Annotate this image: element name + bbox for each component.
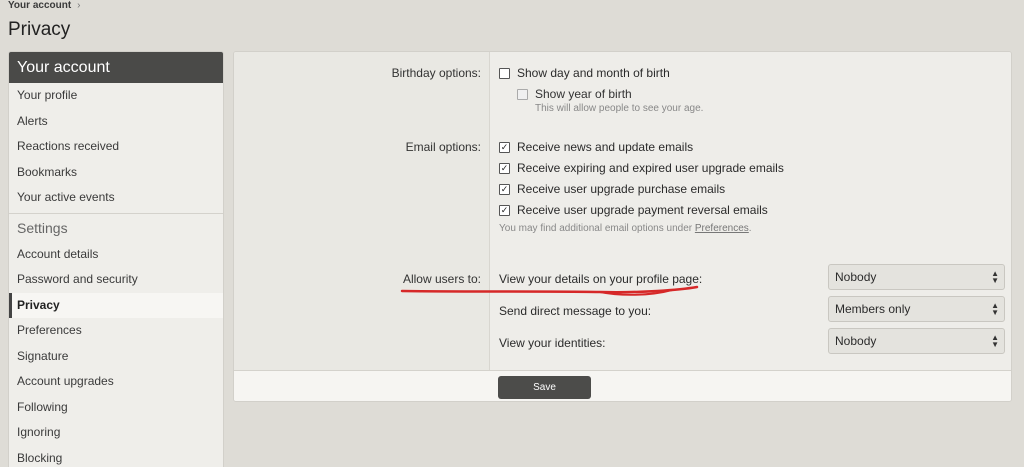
chevron-right-icon: ›: [77, 0, 81, 11]
email-option-label: Receive user upgrade purchase emails: [517, 182, 726, 196]
show-day-month-label: Show day and month of birth: [517, 66, 670, 80]
view-identities-select[interactable]: Nobody ▲ ▼: [828, 328, 1005, 354]
email-option-label: Receive news and update emails: [517, 140, 694, 154]
check-icon[interactable]: ✓: [499, 162, 510, 174]
view-details-label: View your details on your profile page:: [499, 272, 703, 286]
sidebar-item-your-profile[interactable]: Your profile: [9, 83, 223, 109]
sidebar-section-settings: Settings: [9, 212, 223, 242]
sidebar: Your account Your profile Alerts Reactio…: [8, 51, 224, 467]
show-day-month-checkbox[interactable]: Show day and month of birth: [499, 66, 670, 80]
sidebar-item-account-upgrades[interactable]: Account upgrades: [9, 369, 223, 395]
direct-message-label: Send direct message to you:: [499, 304, 652, 318]
email-option-expiring-upgrade[interactable]: ✓ Receive expiring and expired user upgr…: [499, 161, 784, 175]
email-option-label: Receive expiring and expired user upgrad…: [517, 161, 784, 175]
page-title: Privacy: [8, 19, 71, 40]
email-hint: You may find additional email options un…: [499, 223, 752, 234]
sidebar-item-bookmarks[interactable]: Bookmarks: [9, 160, 223, 186]
show-year-checkbox[interactable]: Show year of birth: [517, 87, 632, 101]
sidebar-item-signature[interactable]: Signature: [9, 344, 223, 370]
email-option-upgrade-purchase[interactable]: ✓ Receive user upgrade purchase emails: [499, 182, 725, 196]
email-option-news[interactable]: ✓ Receive news and update emails: [499, 140, 693, 154]
view-identities-label: View your identities:: [499, 336, 606, 350]
sidebar-item-blocking[interactable]: Blocking: [9, 446, 223, 467]
breadcrumb-your-account[interactable]: Your account: [8, 0, 71, 11]
sidebar-item-password-and-security[interactable]: Password and security: [9, 267, 223, 293]
breadcrumb: Your account ›: [8, 0, 81, 11]
sidebar-item-account-details[interactable]: Account details: [9, 242, 223, 268]
email-option-payment-reversal[interactable]: ✓ Receive user upgrade payment reversal …: [499, 203, 768, 217]
updown-arrow-icon: ▲ ▼: [991, 269, 999, 285]
view-details-select[interactable]: Nobody ▲ ▼: [828, 264, 1005, 290]
form-footer: Save: [234, 370, 1011, 401]
allow-users-label: Allow users to:: [402, 272, 481, 286]
email-hint-text: You may find additional email options un…: [499, 223, 695, 234]
content-column: Show day and month of birth Show year of…: [490, 52, 1011, 370]
birthday-options-label: Birthday options:: [391, 66, 481, 80]
preferences-link[interactable]: Preferences: [695, 223, 749, 234]
email-hint-suffix: .: [748, 223, 752, 234]
save-button[interactable]: Save: [498, 376, 591, 399]
sidebar-item-preferences[interactable]: Preferences: [9, 318, 223, 344]
select-value: Nobody: [835, 334, 877, 348]
check-icon[interactable]: ✓: [499, 183, 510, 195]
sidebar-item-your-active-events[interactable]: Your active events: [9, 185, 223, 211]
sidebar-item-alerts[interactable]: Alerts: [9, 109, 223, 135]
direct-message-select[interactable]: Members only ▲ ▼: [828, 296, 1005, 322]
check-icon[interactable]: ✓: [499, 204, 510, 216]
sidebar-item-reactions-received[interactable]: Reactions received: [9, 134, 223, 160]
sidebar-item-privacy[interactable]: Privacy: [9, 292, 223, 318]
checkbox-box[interactable]: [517, 88, 528, 100]
birthday-hint: This will allow people to see your age.: [535, 103, 704, 114]
sidebar-header: Your account: [9, 52, 223, 83]
check-icon[interactable]: ✓: [499, 141, 510, 153]
checkbox-box[interactable]: [499, 67, 510, 79]
privacy-form: Birthday options: Email options: Allow u…: [233, 51, 1012, 402]
label-column: Birthday options: Email options: Allow u…: [234, 52, 490, 370]
sidebar-item-following[interactable]: Following: [9, 395, 223, 421]
email-options-label: Email options:: [405, 140, 481, 154]
select-value: Nobody: [835, 270, 877, 284]
select-value: Members only: [835, 302, 911, 316]
email-option-label: Receive user upgrade payment reversal em…: [517, 203, 768, 217]
updown-arrow-icon: ▲ ▼: [991, 301, 999, 317]
updown-arrow-icon: ▲ ▼: [991, 333, 999, 349]
sidebar-item-ignoring[interactable]: Ignoring: [9, 420, 223, 446]
show-year-label: Show year of birth: [535, 87, 632, 101]
